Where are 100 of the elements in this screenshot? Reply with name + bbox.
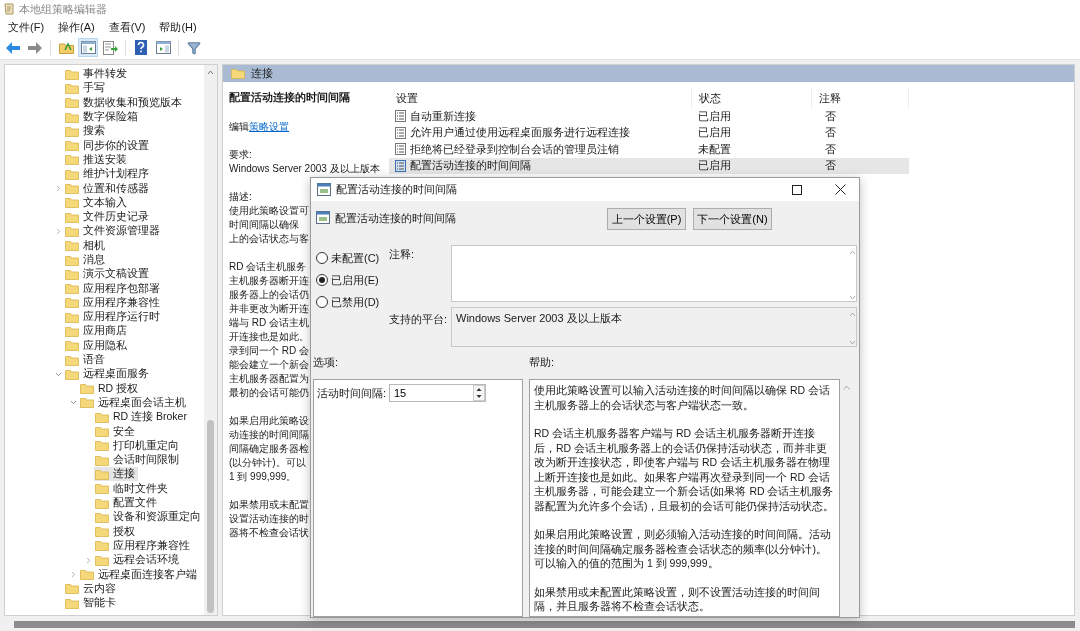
- description-line: 设置活动连接的时: [229, 512, 309, 526]
- tree-item[interactable]: 演示文稿设置: [64, 267, 152, 282]
- help-paragraph: 如果禁用或未配置此策略设置，则不设置活动连接的时间间隔，并且服务器将不检查会话状态。: [534, 584, 821, 614]
- menu-item[interactable]: 文件(F): [8, 19, 45, 35]
- vertical-scrollbar[interactable]: [204, 65, 217, 615]
- menu-item[interactable]: 帮助(H): [159, 19, 197, 35]
- scroll-up-icon[interactable]: [842, 385, 850, 390]
- folder-icon: [80, 383, 94, 395]
- horizontal-scrollbar[interactable]: [14, 621, 1075, 628]
- scrollbar-thumb[interactable]: [207, 420, 214, 613]
- table-cell-text: 已启用: [697, 125, 732, 141]
- tree-item[interactable]: 智能卡: [64, 596, 119, 611]
- tree-item[interactable]: 应用商店: [64, 324, 130, 339]
- tree-item[interactable]: 安全: [94, 424, 138, 439]
- comment-field[interactable]: [451, 245, 857, 302]
- tree-item[interactable]: 事件转发: [64, 67, 130, 82]
- tree-item[interactable]: RD 授权: [79, 381, 142, 396]
- previous-setting-button[interactable]: 上一个设置(P): [607, 208, 686, 230]
- scroll-up-icon[interactable]: [207, 69, 214, 77]
- folder-icon: [65, 597, 79, 609]
- tree-item[interactable]: 临时文件夹: [94, 481, 171, 496]
- table-cell: 已启用: [692, 157, 812, 174]
- tree-item[interactable]: 设备和资源重定向: [94, 510, 204, 525]
- tree-item[interactable]: 手写: [64, 81, 108, 96]
- close-icon[interactable]: [834, 184, 846, 195]
- radio-option[interactable]: 已启用(E): [316, 273, 389, 287]
- description-line: 主机服务器断开连: [229, 274, 309, 288]
- tree-item[interactable]: 文件历史记录: [64, 210, 152, 225]
- tree-item[interactable]: 相机: [64, 238, 108, 253]
- number-field[interactable]: 15: [390, 386, 473, 400]
- tree-item[interactable]: 维护计划程序: [64, 167, 152, 182]
- setting-name-cell[interactable]: 自动重新连接: [389, 108, 692, 125]
- tree-item[interactable]: 数据收集和预览版本: [64, 95, 185, 110]
- policy-setting-icon: [395, 110, 406, 123]
- tree-item[interactable]: 消息: [64, 253, 108, 267]
- radio-button[interactable]: [316, 274, 328, 286]
- setting-icon: [316, 211, 330, 224]
- spinner-icon[interactable]: [473, 385, 485, 401]
- radio-option[interactable]: 已禁用(D): [316, 295, 389, 309]
- setting-name-cell[interactable]: 拒绝将已经登录到控制台会话的管理员注销: [389, 141, 692, 158]
- tree-item[interactable]: 远程桌面服务: [64, 367, 152, 382]
- maximize-icon[interactable]: [792, 184, 802, 195]
- tree-item[interactable]: 应用程序兼容性: [94, 538, 193, 553]
- radio-option[interactable]: 未配置(C): [316, 251, 389, 265]
- tree-item[interactable]: 云内容: [64, 581, 119, 596]
- platform-field: Windows Server 2003 及以上版本: [451, 307, 857, 347]
- tree-item[interactable]: 远程桌面会话主机: [79, 395, 189, 410]
- radio-button[interactable]: [316, 252, 328, 264]
- tree-item[interactable]: 会话时间限制: [94, 453, 182, 468]
- tree-item[interactable]: 配置文件: [94, 496, 160, 511]
- tree-item[interactable]: 远程桌面连接客户端: [79, 567, 200, 582]
- policy-settings-link[interactable]: 策略设置: [249, 121, 289, 132]
- tree-item[interactable]: 连接: [94, 467, 138, 482]
- setting-name-cell[interactable]: 允许用户通过使用远程桌面服务进行远程连接: [389, 124, 692, 141]
- tree-item[interactable]: 位置和传感器: [64, 181, 152, 196]
- description-line: 录到同一个 RD 会: [229, 344, 309, 358]
- description-line: 时间间隔以确保: [229, 218, 299, 232]
- details-title: 配置活动连接的时间间隔: [229, 90, 350, 104]
- menu-item[interactable]: 操作(A): [58, 19, 95, 35]
- description-line: 1 到 999,999。: [229, 470, 297, 484]
- radio-label: 已启用(E): [331, 272, 379, 288]
- option-label: 活动时间间隔:: [317, 385, 388, 401]
- folder-icon: [95, 411, 109, 423]
- tree-item[interactable]: 应用程序运行时: [64, 310, 163, 325]
- help-paragraph: 如果启用此策略设置，则必须输入活动连接的时间间隔。活动连接的时间间隔确定服务器检查会话状态的频率(以分钟计)。可以输入的值的范围为 1 到 999,999。: [534, 527, 832, 571]
- setting-name-cell[interactable]: 配置活动连接的时间间隔: [389, 157, 692, 174]
- tree-item[interactable]: 远程会话环境: [94, 553, 182, 568]
- tree-item[interactable]: 搜索: [64, 124, 108, 139]
- toolbar-button[interactable]: [100, 38, 120, 57]
- next-setting-button[interactable]: 下一个设置(N): [693, 208, 772, 230]
- help-label: 帮助:: [529, 355, 556, 370]
- tree-item[interactable]: 应用隐私: [64, 338, 130, 353]
- tree-item[interactable]: 语音: [64, 353, 108, 368]
- toolbar-button[interactable]: [78, 38, 98, 57]
- tree-item[interactable]: 应用程序兼容性: [64, 295, 163, 310]
- tree-item[interactable]: 文件资源管理器: [64, 224, 163, 239]
- tree-item[interactable]: 打印机重定向: [94, 438, 182, 453]
- help-icon: [135, 40, 147, 55]
- column-header[interactable]: 状态: [692, 88, 812, 108]
- dialog-title: 配置活动连接的时间间隔: [336, 182, 458, 197]
- column-header[interactable]: 注释: [812, 88, 909, 108]
- tree-item[interactable]: 同步你的设置: [64, 138, 152, 153]
- tree-item[interactable]: 数字保险箱: [64, 110, 141, 125]
- menu-item[interactable]: 查看(V): [108, 19, 146, 35]
- tree-item[interactable]: 推送安装: [64, 152, 130, 167]
- folder-icon: [65, 154, 79, 166]
- description-line: 能会建立一个新会: [229, 358, 309, 372]
- folder-icon: [65, 368, 79, 380]
- forward-arrow-icon: [28, 41, 42, 54]
- tree-item[interactable]: 应用程序包部署: [64, 281, 163, 296]
- radio-button[interactable]: [316, 296, 328, 308]
- tree-item[interactable]: 授权: [94, 524, 138, 539]
- spin-box[interactable]: 15: [389, 384, 486, 402]
- folder-icon: [231, 68, 245, 79]
- folder-icon: [65, 354, 79, 366]
- column-header[interactable]: 设置: [389, 88, 692, 108]
- tree-item[interactable]: RD 连接 Broker: [94, 410, 190, 425]
- tree-item[interactable]: 文本输入: [64, 195, 130, 210]
- description-line: 动连接的时间间隔: [229, 428, 309, 442]
- toolbar-button[interactable]: [153, 38, 173, 57]
